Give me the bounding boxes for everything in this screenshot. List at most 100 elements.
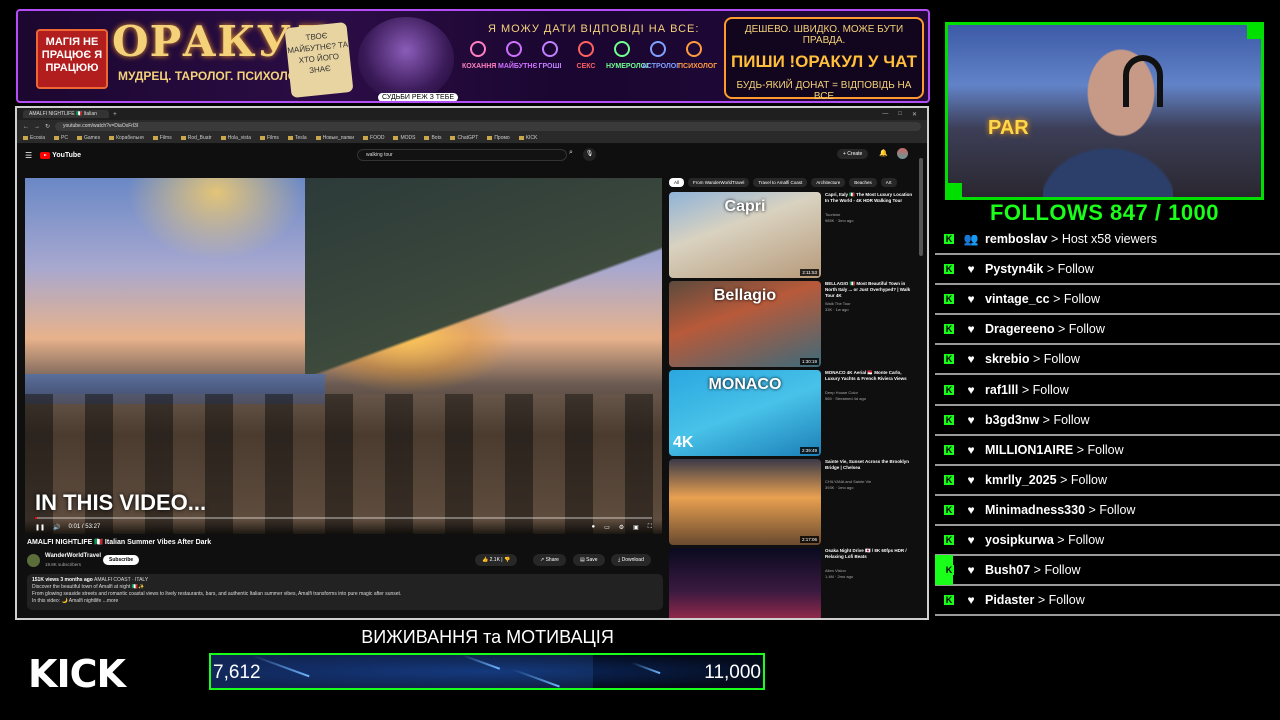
thumbs-up-icon: 👍: [482, 557, 490, 563]
subscribe-button[interactable]: Subscribe: [103, 555, 140, 565]
recommendation-thumbnail[interactable]: Capri 2:11:53: [669, 192, 821, 278]
volume-icon[interactable]: 🔊: [53, 524, 60, 531]
cherry-icon: [578, 41, 594, 57]
recommendation-title[interactable]: Capri, Italy 🇮🇹 The Most Luxury Location…: [825, 192, 917, 204]
recommendation-item[interactable]: 2:17:06 Sainte Vie, Sunset Across the Bro…: [669, 459, 921, 545]
filter-chip[interactable]: Art: [880, 178, 897, 187]
bookmark-item[interactable]: Films: [260, 135, 279, 141]
bookmark-item[interactable]: Промо: [487, 135, 509, 141]
kick-icon: [944, 414, 954, 425]
filter-chip[interactable]: Architecture: [811, 178, 846, 187]
event-separator: >: [1053, 292, 1061, 307]
account-avatar[interactable]: [897, 148, 908, 159]
bookmark-item[interactable]: Hola_vista: [221, 135, 251, 141]
browser-tab[interactable]: AMALFI NIGHTLIFE 🇮🇹 Italian: [23, 110, 109, 118]
description-line: Discover the beautiful town of Amalfi at…: [32, 584, 145, 590]
category-sex: СЕКС: [570, 41, 602, 70]
captions-icon[interactable]: ▭: [604, 524, 610, 531]
video-description[interactable]: 151K views 3 months ago AMALFI COAST · I…: [27, 574, 663, 610]
event-username: Minimadness330: [985, 502, 1086, 517]
bookmark-item[interactable]: Games: [77, 135, 100, 141]
recommendation-thumbnail[interactable]: 2:17:06: [669, 459, 821, 545]
bookmark-item[interactable]: FOOD: [363, 135, 384, 141]
recommendation-title[interactable]: Sainte Vie, Sunset Across the Brooklyn B…: [825, 459, 917, 471]
save-button[interactable]: ▤ Save: [573, 554, 605, 566]
like-button[interactable]: 👍 2.1K | 👎: [475, 554, 518, 566]
event-username: Pystyn4ik: [985, 262, 1044, 277]
minimize-icon[interactable]: —: [882, 111, 888, 118]
bookmark-item[interactable]: Корабельня: [109, 135, 144, 141]
filter-chip[interactable]: Travel to Amalfi Coast: [753, 178, 808, 187]
event-row: ♥ Bush07 > Follow: [935, 555, 1280, 587]
bookmark-item[interactable]: Tesla: [288, 135, 307, 141]
filter-chip[interactable]: All: [669, 178, 685, 187]
reload-icon[interactable]: ↻: [45, 123, 50, 130]
bookmark-item[interactable]: Новые_папки: [316, 135, 354, 141]
kick-icon: [944, 294, 954, 305]
video-player[interactable]: IN THIS VIDEO... ❚❚ 🔊 0:01 / 53:27 ● ▭ ⚙…: [25, 178, 662, 534]
recommendation-thumbnail[interactable]: [669, 548, 821, 618]
new-tab-icon[interactable]: +: [113, 111, 117, 118]
bookmark-item[interactable]: PC: [54, 135, 68, 141]
category-label: МАЙБУТНЄ: [498, 63, 538, 70]
event-separator: >: [1057, 532, 1065, 547]
heart-icon: ♥: [967, 442, 975, 457]
bookmark-item[interactable]: Bots: [424, 135, 441, 141]
url-field[interactable]: youtube.com/watch?v=DiaOxFrl3I: [55, 122, 921, 131]
bookmark-item[interactable]: MODS: [393, 135, 415, 141]
youtube-logo[interactable]: YouTube: [40, 151, 81, 159]
kick-icon: [944, 504, 954, 515]
event-text: vintage_cc > Follow: [985, 292, 1100, 306]
recommendation-item[interactable]: Osaka Night Drive 🇯🇵 / 8K 60fps HDR / Re…: [669, 548, 921, 618]
event-text: Bush07 > Follow: [985, 563, 1081, 577]
event-username: yosipkurwa: [985, 532, 1054, 547]
back-icon[interactable]: ←: [23, 124, 29, 130]
recommendation-item[interactable]: Bellagio 1:30:19 BELLAGIO 🇮🇹 Most Beautifu…: [669, 281, 921, 367]
hamburger-menu-icon[interactable]: ☰: [25, 151, 32, 160]
autoplay-toggle-icon[interactable]: ●: [591, 524, 595, 531]
search-icon[interactable]: ⌕: [569, 149, 573, 157]
settings-gear-icon[interactable]: ⚙: [619, 524, 624, 531]
event-text: Pystyn4ik > Follow: [985, 262, 1094, 276]
notifications-bell-icon[interactable]: 🔔: [879, 149, 888, 157]
channel-name[interactable]: WanderWorldTravel: [45, 553, 101, 559]
recommendation-item[interactable]: MONACO 4K 2:39:49 MONACO 4K Aerial 🇲🇨 Monte…: [669, 370, 921, 456]
bookmark-item[interactable]: Ecosia: [23, 135, 45, 141]
video-progress-bar[interactable]: [35, 517, 652, 519]
microphone-icon[interactable]: 🎙: [583, 148, 596, 161]
description-line: From glowing seaside streets and romanti…: [32, 591, 402, 597]
close-icon[interactable]: ✕: [912, 111, 917, 118]
player-controls: ❚❚ 🔊 0:01 / 53:27 ● ▭ ⚙ ▣ ⛶: [25, 520, 662, 534]
banner-answers-text: Я МОЖУ ДАТИ ВІДПОВІДІ НА ВСЕ:: [488, 23, 700, 35]
page-scrollbar[interactable]: [919, 158, 923, 256]
bookmark-item[interactable]: ChatGPT: [450, 135, 478, 141]
pause-icon[interactable]: ❚❚: [35, 524, 45, 531]
thumbs-down-icon[interactable]: | 👎: [500, 557, 510, 563]
recommendation-title[interactable]: MONACO 4K Aerial 🇲🇨 Monte Carlo, Luxury …: [825, 370, 917, 382]
heart-icon: ♥: [967, 472, 975, 487]
channel-avatar[interactable]: [27, 554, 40, 567]
maximize-icon[interactable]: □: [898, 111, 902, 118]
description-more[interactable]: In this video: 🌙 Amalfi nightlife ...mor…: [32, 598, 658, 605]
download-button[interactable]: ⤓ Download: [611, 554, 651, 566]
filter-chip[interactable]: From WanderWorldTravel: [688, 178, 750, 187]
category-love: КОХАННЯ: [462, 41, 496, 70]
event-separator: >: [1060, 472, 1068, 487]
filter-chip[interactable]: Beaches: [849, 178, 877, 187]
recommendation-thumbnail[interactable]: MONACO 4K 2:39:49: [669, 370, 821, 456]
miniplayer-icon[interactable]: ▣: [633, 524, 639, 531]
bookmark-item[interactable]: KICK: [519, 135, 538, 141]
recommendation-title[interactable]: BELLAGIO 🇮🇹 Most Beautiful Town in North…: [825, 281, 917, 299]
oracle-banner: МАГІЯ НЕ ПРАЦЮЄ Я ПРАЦЮЮ ОРАКУЛ МУДРЕЦ. …: [16, 9, 930, 103]
create-button[interactable]: + Create: [837, 149, 869, 159]
bookmark-item[interactable]: Films: [153, 135, 172, 141]
recommendation-title[interactable]: Osaka Night Drive 🇯🇵 / 8K 60fps HDR / Re…: [825, 548, 917, 560]
recommendation-item[interactable]: Capri 2:11:53 Capri, Italy 🇮🇹 The Most Lux…: [669, 192, 921, 278]
thumbnail-label: Capri: [724, 198, 766, 215]
forward-icon[interactable]: →: [34, 124, 40, 130]
fullscreen-icon[interactable]: ⛶: [648, 524, 652, 531]
bookmark-item[interactable]: Rod_Buatr: [181, 135, 212, 141]
recommendation-thumbnail[interactable]: Bellagio 1:30:19: [669, 281, 821, 367]
search-input[interactable]: walking tour: [357, 149, 567, 161]
share-button[interactable]: ↗ Share: [533, 554, 566, 566]
